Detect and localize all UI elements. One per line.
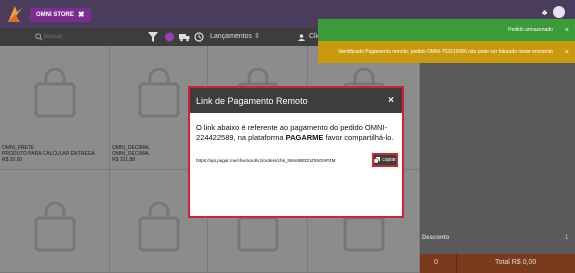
toast-success: Pedido armazenado × [318,19,575,41]
filter-icon[interactable] [148,32,158,42]
search-input[interactable] [30,31,140,43]
shopping-bag-icon [138,68,180,118]
link-row: https://api.pagar.me/checkout/v1/orders/… [196,153,398,167]
order-icon[interactable] [164,32,175,42]
copy-label: copiar [382,157,396,163]
modal-text-after: favor compartilhá-lo. [323,133,394,142]
payment-link-modal: Link de Pagamento Remoto × O link abaixo… [188,86,404,218]
shopping-bag-icon [34,68,76,118]
product-price: R$ 20,00 [2,157,23,163]
tab-label: OMNI STORE [36,12,74,18]
user-icon [298,33,305,41]
total-bar[interactable]: 0 Total R$ 0,00 [420,254,575,273]
tab-close-icon[interactable]: ✖ [78,8,85,22]
history-icon[interactable] [194,32,204,42]
total-quantity: 0 [434,259,438,266]
modal-header: Link de Pagamento Remoto × [190,88,402,113]
toast-success-text: Pedido armazenado [508,27,553,33]
toast-warning: Identificado Pagamento remoto, pedido OM… [318,41,575,63]
shopping-bag-icon [138,202,180,252]
toast-close-icon[interactable]: × [565,49,569,56]
shopping-bag-icon [34,202,76,252]
discount-value: 1 [565,235,569,241]
copy-button[interactable]: copiar [372,153,398,167]
truck-icon[interactable] [179,32,190,42]
avatar[interactable] [553,6,565,18]
app-logo-icon [8,6,22,22]
launch-select[interactable]: Lançamentos ⇳ [210,31,260,43]
modal-title: Link de Pagamento Remoto [196,95,308,106]
product-price: R$ 121,88 [112,157,136,163]
modal-close-icon[interactable]: × [388,95,394,106]
modal-message: O link abaixo é referente ao pagamento d… [190,113,402,143]
toast-close-icon[interactable]: × [565,27,569,34]
order-panel: Desconto 1 0 Total R$ 0,00 [420,46,575,273]
total-value: Total R$ 0,00 [495,259,537,266]
tab-omni-store[interactable]: OMNI STORE ✖ [30,8,91,22]
product-card[interactable]: OMNI_FRETE PRODUTO PARA CALCULAR ENTREGA… [0,46,110,170]
total-divider [456,254,457,273]
notification-icon[interactable]: ♣ [542,8,547,17]
toast-warning-text: Identificado Pagamento remoto, pedido OM… [338,49,553,55]
payment-link[interactable]: https://api.pagar.me/checkout/v1/orders/… [196,158,335,163]
copy-icon [374,157,381,163]
product-card[interactable] [0,170,110,273]
modal-platform: PAGARME [285,133,324,142]
discount-label: Desconto [422,235,450,241]
